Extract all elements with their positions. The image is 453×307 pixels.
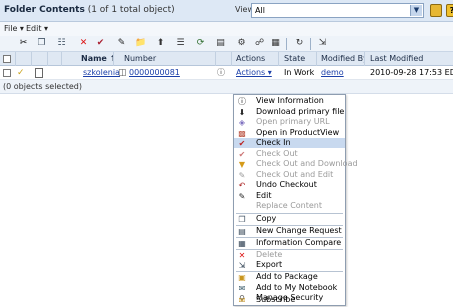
info-icon[interactable]: ⓘ <box>217 66 225 80</box>
productview-icon: ▩ <box>238 128 246 138</box>
copy-icon[interactable]: ❐ <box>36 38 47 49</box>
cut-icon[interactable]: ✂ <box>18 38 29 49</box>
row-last-modified: 2010-09-28 17:53 EDT <box>370 68 453 77</box>
table-view-icon[interactable] <box>430 4 442 17</box>
paste-icon[interactable]: ☷ <box>56 38 67 49</box>
help-icon[interactable]: ? <box>446 4 453 17</box>
save-icon[interactable]: ▤ <box>215 38 226 49</box>
info-icon: ⓘ <box>238 97 246 106</box>
menu-item-new-change-request[interactable]: ▤ New Change Request <box>234 226 345 236</box>
download-icon: ⬇ <box>238 107 246 117</box>
menu-item-add-to-package[interactable]: ▣ Add to Package <box>234 272 345 282</box>
name-column-header[interactable]: Name ↑ <box>62 52 114 66</box>
info-column <box>216 52 232 66</box>
menu-item-check-out-and-download: ▼ Check Out and Download <box>238 159 358 169</box>
properties-icon[interactable]: ☰ <box>175 38 186 49</box>
actions-dropdown[interactable]: Actions ▾ <box>236 66 272 80</box>
compare-icon: ▦ <box>238 238 246 248</box>
state-column-header[interactable]: State <box>279 52 317 66</box>
check-in-icon[interactable]: ✔ <box>95 38 106 49</box>
table-row[interactable]: ✓ szkolenia ◫ 0000000081 ⓘ Actions ▾ In … <box>0 66 453 80</box>
package-icon: ▣ <box>238 273 246 282</box>
row-modified-by-link[interactable]: demo <box>321 66 344 80</box>
menu-item-check-in[interactable]: ✔ Check In <box>234 138 345 149</box>
workflow-icon[interactable]: ⟳ <box>195 38 206 49</box>
link-icon[interactable]: ☍ <box>254 38 265 49</box>
type-column <box>32 52 48 66</box>
menu-item-open-primary-url: ◈ Open primary URL <box>238 117 330 127</box>
select-all-column <box>0 52 16 66</box>
edit-menu[interactable]: Edit ▾ <box>26 24 48 33</box>
spacer-column <box>48 52 62 66</box>
row-checkbox[interactable] <box>3 69 11 77</box>
view-select-value: All <box>255 6 265 15</box>
menu-item-view-information[interactable]: ⓘ View Information <box>234 96 345 106</box>
actions-menu: ⓘ View Information ⬇ Download primary fi… <box>233 94 358 306</box>
notebook-icon: ✉ <box>238 283 246 293</box>
menu-item-replace-content: Replace Content <box>256 201 323 210</box>
page-title: Folder Contents (1 of 1 total object) <box>4 5 175 15</box>
document-icon <box>35 68 43 78</box>
toolbar-separator <box>286 38 287 50</box>
last-modified-column-header[interactable]: Last Modified <box>365 52 453 66</box>
view-select[interactable]: All ▼ <box>251 3 424 18</box>
table-header: Name ↑ Number Actions State Modified By … <box>0 52 453 66</box>
status-column <box>16 52 32 66</box>
object-count: (1 of 1 total object) <box>84 5 175 15</box>
menubar: File ▾ Edit ▾ <box>0 22 453 36</box>
new-document-icon[interactable]: ✎ <box>116 38 127 49</box>
toolbar-separator <box>310 38 311 50</box>
menu-item-export[interactable]: ⇲ Export <box>234 260 345 270</box>
checked-out-icon: ✓ <box>17 68 25 78</box>
url-icon: ◈ <box>238 118 246 127</box>
number-icon: ◫ <box>118 68 127 78</box>
menu-item-information-compare[interactable]: ▦ Information Compare <box>234 238 345 248</box>
menu-item-undo-checkout[interactable]: ↶ Undo Checkout <box>234 180 345 190</box>
select-all-checkbox[interactable] <box>3 55 11 63</box>
pencil-icon: ✎ <box>238 191 246 201</box>
delete-icon: ✕ <box>238 250 246 260</box>
check-in-icon: ✔ <box>238 139 246 148</box>
menu-item-delete: ✕ Delete <box>238 249 283 260</box>
export-icon: ⇲ <box>238 261 246 270</box>
refresh-icon[interactable]: ↻ <box>294 38 305 49</box>
menu-item-add-to-my-notebook[interactable]: ✉ Add to My Notebook <box>234 283 345 293</box>
chevron-down-icon: ▼ <box>410 5 422 16</box>
row-name-link[interactable]: szkolenia <box>83 66 120 80</box>
new-folder-icon[interactable]: 📁 <box>135 38 146 49</box>
change-request-icon: ▤ <box>238 226 246 236</box>
number-column-header[interactable]: Number <box>114 52 216 66</box>
copy-icon: ❐ <box>238 214 246 224</box>
pencil-icon: ✎ <box>238 170 246 180</box>
settings-icon[interactable]: ⚙ <box>236 38 247 49</box>
menu-item-edit[interactable]: ✎ Edit <box>234 191 345 201</box>
check-out-icon: ✔ <box>238 149 246 159</box>
subscribe-icon: ✉ <box>238 296 246 305</box>
menu-item-copy[interactable]: ❐ Copy <box>234 214 345 224</box>
folder-contents-header: Folder Contents (1 of 1 total object) Vi… <box>0 0 453 22</box>
menu-item-open-in-productview[interactable]: ▩ Open in ProductView <box>234 128 345 138</box>
selection-status: (0 objects selected) <box>0 80 453 94</box>
file-menu[interactable]: File ▾ <box>4 24 24 33</box>
row-state: In Work <box>284 68 315 77</box>
report-icon[interactable]: ▦ <box>270 38 281 49</box>
check-out-download-icon: ▼ <box>238 160 246 169</box>
export-icon[interactable]: ⇲ <box>317 38 328 49</box>
menu-item-check-out-and-edit: ✎ Check Out and Edit <box>238 169 334 180</box>
menu-item-download-primary-file[interactable]: ⬇ Download primary file <box>234 107 345 117</box>
upload-icon[interactable]: ⬆ <box>155 38 166 49</box>
menu-item-subscribe[interactable]: ✉ Subscribe <box>234 295 345 305</box>
selection-count: (0 objects selected) <box>3 82 83 91</box>
toolbar: ✂ ❐ ☷ ✕ ✔ ✎ 📁 ⬆ ☰ ⟳ ▤ ⚙ ☍ ▦ ↻ ⇲ <box>0 36 453 52</box>
menu-item-check-out: ✔ Check Out <box>238 148 298 159</box>
actions-column-header: Actions <box>232 52 279 66</box>
delete-icon[interactable]: ✕ <box>78 38 89 49</box>
undo-checkout-icon: ↶ <box>238 181 246 190</box>
modified-by-column-header[interactable]: Modified By <box>317 52 365 66</box>
row-number-link[interactable]: 0000000081 <box>129 66 180 80</box>
